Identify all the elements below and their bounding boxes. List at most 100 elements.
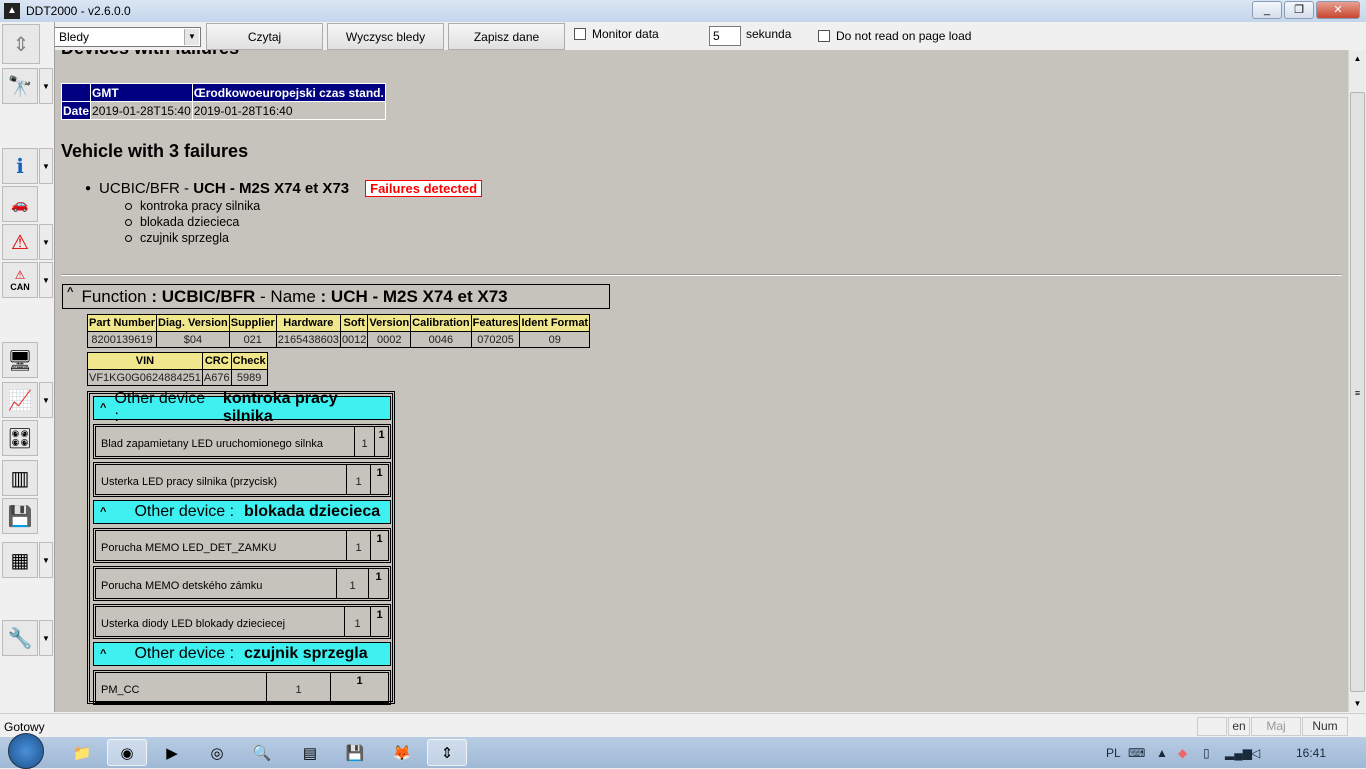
ddt2000-icon[interactable]: ⇕ — [427, 739, 467, 766]
fault-flag: 1 — [370, 531, 388, 560]
maximize-button[interactable]: ❐ — [1284, 1, 1314, 19]
keyboard-icon[interactable]: ⌨ — [1128, 746, 1145, 760]
chevron-down-icon[interactable]: ▼ — [39, 382, 53, 418]
table-cell: 5989 — [230, 369, 268, 386]
minimize-button[interactable]: _ — [1252, 1, 1282, 19]
table-cell: 09 — [519, 331, 591, 348]
control-panel-icon[interactable]: 🎛 — [2, 420, 38, 456]
status-badge: Failures detected — [365, 180, 483, 197]
fault-row: Porucha MEMO detského zámku 1 1 — [93, 566, 391, 601]
language-indicator[interactable]: PL — [1106, 746, 1121, 760]
diagnostic-icon[interactable]: 🔍 — [242, 739, 282, 766]
clear-errors-button[interactable]: Wyczysc bledy — [327, 23, 444, 50]
media-player-icon[interactable]: ▶ — [152, 739, 192, 766]
monitor-data-label: Monitor data — [592, 27, 659, 41]
name-value: UCH - — [330, 286, 379, 306]
fault-count: 1 — [336, 569, 368, 598]
collapse-toggle[interactable]: ^ — [100, 648, 106, 660]
mode-select-value: Bledy — [59, 30, 90, 44]
fault-row: PM_CC 1 1 — [93, 670, 391, 705]
table-cell: VF1KG0G0624884251 — [87, 369, 203, 386]
header-cell — [60, 83, 92, 102]
warning-icon[interactable]: ⚠ — [2, 224, 38, 260]
ident-table: Part Number Diag. Version Supplier Hardware… — [86, 314, 591, 348]
chevron-down-icon[interactable]: ▼ — [39, 148, 53, 184]
report-view: Devices with failures GMTŒrodkowoeuropej… — [55, 50, 1348, 712]
status-pane — [1197, 717, 1227, 736]
device-header[interactable]: ^ Other device : czujnik sprzegla — [93, 642, 391, 666]
table-cell: 2165438603 — [275, 331, 341, 348]
tools-icon[interactable]: 🔧 — [2, 620, 38, 656]
chevron-down-icon[interactable]: ▼ — [39, 620, 53, 656]
chevron-down-icon[interactable]: ▼ — [39, 542, 53, 578]
car-icon[interactable]: 🚗 — [2, 186, 38, 222]
row-label: Date — [60, 101, 92, 120]
seconds-label: sekunda — [746, 27, 792, 41]
vertical-scrollbar[interactable]: ▲ ≡ ▼ — [1348, 50, 1366, 712]
vehicle-heading: Vehicle with 3 failures — [61, 141, 249, 161]
chevron-down-icon[interactable]: ▼ — [39, 262, 53, 298]
chevron-down-icon[interactable]: ▼ — [39, 224, 53, 260]
clock[interactable]: 16:41 — [1296, 746, 1326, 760]
name-label: Name — [270, 286, 316, 306]
function-header[interactable]: ^ Function : UCBIC/BFR - Name : UCH - M2… — [62, 284, 610, 309]
fault-count: 1 — [266, 673, 330, 702]
barcode-scanner-icon[interactable]: ▥ — [2, 460, 38, 496]
status-text: Gotowy — [4, 720, 45, 734]
column-header: Calibration — [410, 314, 472, 332]
close-button[interactable]: ✕ — [1316, 1, 1360, 19]
fault-flag: 1 — [368, 569, 388, 598]
table-cell: 0002 — [367, 331, 412, 348]
can-warning-button[interactable]: ⚠ CAN — [2, 262, 38, 298]
device-header[interactable]: ^ Other device : blokada dziecieca — [93, 500, 391, 524]
fault-row: Usterka LED pracy silnika (przycisk) 1 1 — [93, 462, 391, 497]
fault-count: 1 — [344, 607, 370, 636]
chip-icon[interactable]: ▦ — [2, 542, 38, 578]
chevron-down-icon[interactable]: ▼ — [184, 29, 199, 45]
device-label: Other device : — [134, 503, 235, 520]
seconds-input[interactable]: 5 — [709, 26, 741, 46]
device-label: Other device : — [114, 390, 206, 425]
read-button[interactable]: Czytaj — [206, 23, 323, 50]
chip-tool-icon[interactable]: 💾 — [2, 498, 38, 534]
device-name: blokada dziecieca — [244, 503, 381, 520]
mode-select[interactable]: Bledy ▼ — [54, 27, 201, 47]
calculator-icon[interactable]: ▤ — [290, 739, 330, 766]
toolbar: Bledy ▼ Czytaj Wyczysc bledy Zapisz dane … — [0, 22, 1366, 50]
save-data-button[interactable]: Zapisz dane — [448, 23, 565, 50]
no-read-checkbox[interactable]: Do not read on page load — [818, 29, 971, 43]
divider — [61, 274, 1342, 276]
monitor-data-checkbox[interactable]: Monitor data — [574, 27, 659, 41]
chrome-icon[interactable]: ◉ — [107, 739, 147, 766]
firefox-icon[interactable]: 🦊 — [382, 739, 422, 766]
taskbar: 📁 ◉ ▶ ◎ 🔍 ▤ 💾 🦊 ⇕ PL ⌨ ▲ ◆ ▯ ▂▄▆ ◁ 16:41 — [0, 733, 1366, 769]
avast-icon[interactable]: ◆ — [1178, 746, 1187, 760]
tray-expand-icon[interactable]: ▲ — [1156, 746, 1168, 760]
scroll-thumb[interactable]: ≡ — [1350, 92, 1365, 692]
battery-icon[interactable]: ▯ — [1203, 746, 1210, 760]
device-header[interactable]: ^ Other device : kontroka pracy silnika — [93, 390, 391, 425]
ecu-function: UCBIC/BFR — [99, 180, 180, 197]
app-icon[interactable]: ◎ — [197, 739, 237, 766]
info-icon[interactable]: ℹ — [2, 148, 38, 184]
chevron-down-icon[interactable]: ▼ — [39, 68, 53, 104]
collapse-toggle[interactable]: ^ — [100, 506, 106, 518]
monitor-icon[interactable]: 🖥 — [2, 342, 38, 378]
device-label: Other device : — [134, 645, 235, 662]
failure-item: czujnik sprzegla — [125, 231, 229, 245]
collapse-toggle[interactable]: ^ — [67, 286, 73, 298]
chart-save-icon[interactable]: 📈 — [2, 382, 38, 418]
volume-icon[interactable]: ◁ — [1251, 746, 1260, 760]
explorer-icon[interactable]: 📁 — [62, 739, 102, 766]
scroll-up-icon[interactable]: ▲ — [1349, 50, 1366, 67]
scroll-down-icon[interactable]: ▼ — [1349, 695, 1366, 712]
ddt-logo-button[interactable]: ⇕ — [2, 24, 40, 64]
fault-text: Usterka diody LED blokady dzieciecej — [101, 618, 286, 630]
start-button[interactable] — [8, 733, 44, 769]
ecu-item: ● UCBIC/BFR - UCH - M2S X74 et X73 Failure… — [85, 180, 483, 197]
network-icon[interactable]: ▂▄▆ — [1225, 746, 1252, 760]
binoculars-icon[interactable]: 🔭 — [2, 68, 38, 104]
floppy-icon[interactable]: 💾 — [335, 739, 375, 766]
function-label: Function — [81, 286, 147, 306]
collapse-toggle[interactable]: ^ — [100, 402, 106, 414]
